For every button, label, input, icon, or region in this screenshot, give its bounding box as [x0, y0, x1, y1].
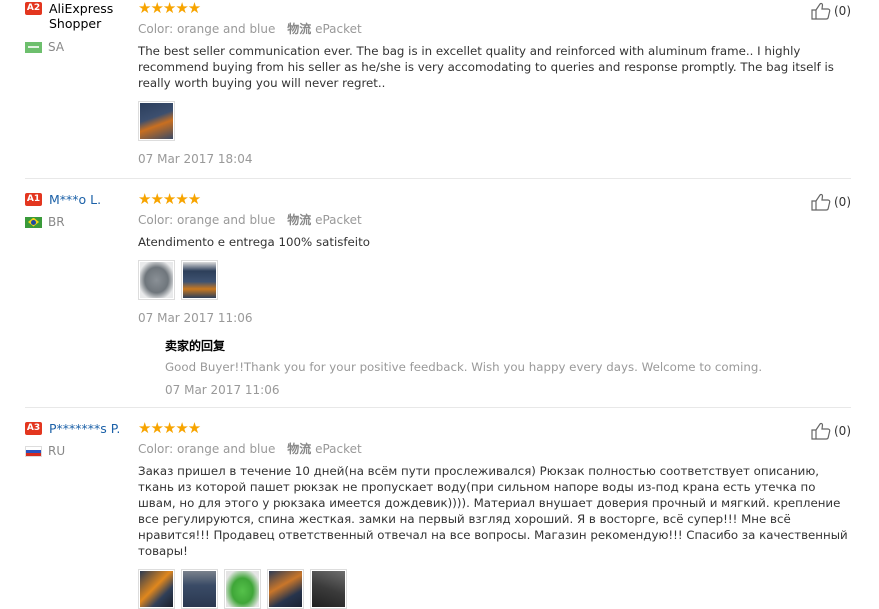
reviewer-country: SA: [48, 40, 65, 54]
seller-reply-date: 07 Mar 2017 11:06: [165, 383, 280, 397]
color-value: orange and blue: [177, 213, 276, 227]
flag-sa-icon: [25, 41, 42, 53]
rating-stars: ★★★★★: [138, 419, 201, 437]
review-photo[interactable]: [224, 569, 261, 609]
review-photos: [138, 101, 853, 141]
reviewer-name: AliExpress Shopper: [49, 1, 114, 31]
divider: [25, 178, 851, 179]
order-attributes: Color: orange and blue 物流 ePacket: [138, 212, 853, 228]
order-attributes: Color: orange and blue 物流 ePacket: [138, 441, 853, 457]
order-attributes: Color: orange and blue 物流 ePacket: [138, 21, 853, 37]
color-value: orange and blue: [177, 22, 276, 36]
thumbs-up-icon: [811, 193, 831, 211]
shipping-value: ePacket: [315, 22, 362, 36]
thumbs-up-icon: [811, 422, 831, 440]
seller-reply-text: Good Buyer!!Thank you for your positive …: [165, 360, 763, 374]
buyer-level-badge: A2: [25, 2, 42, 15]
review-text: The best seller communication ever. The …: [138, 44, 834, 90]
rating-stars: ★★★★★: [138, 0, 201, 17]
review-date: 07 Mar 2017 18:04: [138, 152, 253, 166]
review-text: Заказ пришел в течение 10 дней(на всём п…: [138, 464, 848, 558]
buyer-level-badge: A3: [25, 422, 42, 435]
like-button[interactable]: (0): [811, 422, 851, 440]
reviewer-name[interactable]: P*******s P.: [49, 421, 120, 436]
reviewer-info: A1 M***o L. BR: [25, 191, 135, 229]
review-photo[interactable]: [138, 569, 175, 609]
review-content: ★★★★★ Color: orange and blue 物流 ePacket …: [138, 191, 853, 397]
like-count: (0): [834, 4, 851, 18]
shipping-value: ePacket: [315, 442, 362, 456]
like-count: (0): [834, 195, 851, 209]
review-photo[interactable]: [138, 260, 175, 300]
rating-stars: ★★★★★: [138, 190, 201, 208]
review-date: 07 Mar 2017 11:06: [138, 311, 253, 325]
shipping-label: 物流: [287, 213, 312, 227]
like-button[interactable]: (0): [811, 193, 851, 211]
shipping-label: 物流: [287, 22, 312, 36]
shipping-label: 物流: [287, 442, 312, 456]
review-photos: [138, 260, 853, 300]
review-photo[interactable]: [181, 260, 218, 300]
review-photo[interactable]: [267, 569, 304, 609]
reviewer-country: RU: [48, 444, 66, 458]
seller-reply: 卖家的回复 Good Buyer!!Thank you for your pos…: [165, 337, 853, 397]
reviewer-info: A2 AliExpress Shopper SA: [25, 0, 135, 54]
color-value: orange and blue: [177, 442, 276, 456]
buyer-level-badge: A1: [25, 193, 42, 206]
review-content: ★★★★★ Color: orange and blue 物流 ePacket …: [138, 420, 853, 609]
like-button[interactable]: (0): [811, 2, 851, 20]
shipping-value: ePacket: [315, 213, 362, 227]
color-label: Color:: [138, 442, 174, 456]
review-content: ★★★★★ Color: orange and blue 物流 ePacket …: [138, 0, 853, 166]
review-photo[interactable]: [181, 569, 218, 609]
review-photos: [138, 569, 853, 609]
seller-reply-title: 卖家的回复: [165, 339, 226, 353]
like-count: (0): [834, 424, 851, 438]
reviewer-name[interactable]: M***o L.: [49, 192, 101, 207]
thumbs-up-icon: [811, 2, 831, 20]
flag-ru-icon: [25, 445, 42, 457]
review-text: Atendimento e entrega 100% satisfeito: [138, 235, 370, 249]
color-label: Color:: [138, 213, 174, 227]
flag-br-icon: [25, 216, 42, 228]
review-photo[interactable]: [310, 569, 347, 609]
reviewer-info: A3 P*******s P. RU: [25, 420, 135, 458]
reviewer-country: BR: [48, 215, 65, 229]
review-photo[interactable]: [138, 101, 175, 141]
color-label: Color:: [138, 22, 174, 36]
divider: [25, 407, 851, 408]
